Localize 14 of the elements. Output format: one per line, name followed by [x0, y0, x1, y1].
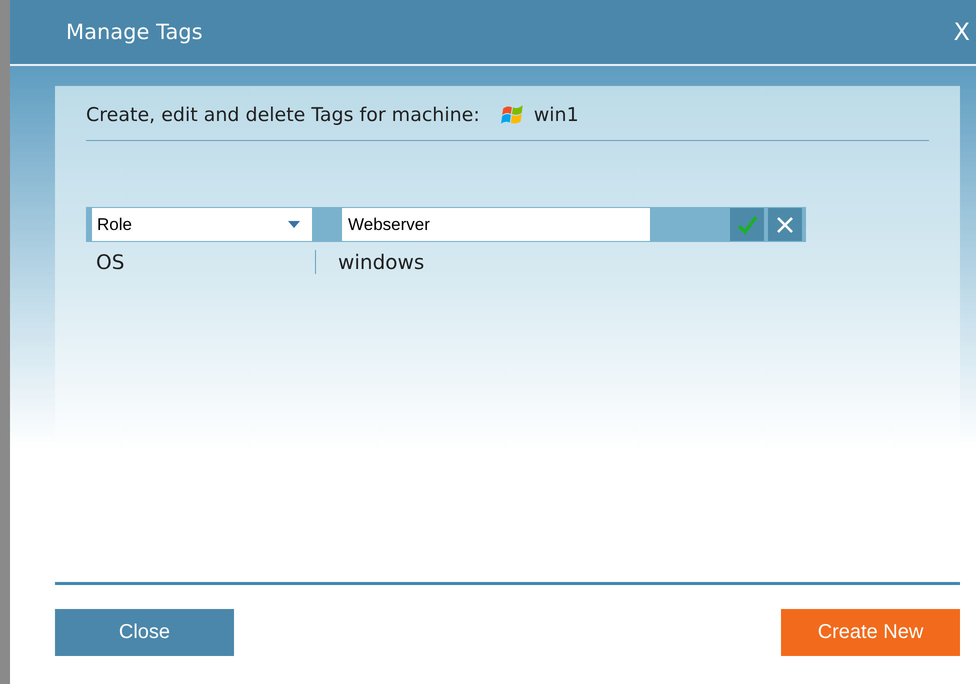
create-new-button[interactable]: Create New — [781, 609, 960, 656]
dialog-title: Manage Tags — [66, 20, 203, 44]
key-dropdown[interactable]: Role — [92, 208, 312, 241]
tag-value: windows — [337, 250, 424, 274]
value-input-field[interactable]: Webserver — [342, 208, 650, 241]
close-dialog-button[interactable]: Close — [55, 609, 234, 656]
dropdown-caret-icon — [288, 221, 300, 228]
machine-name: win1 — [534, 104, 579, 126]
heading-text: Create, edit and delete Tags for machine: — [86, 104, 480, 126]
checkmark-icon — [736, 214, 758, 236]
dialog-x-button[interactable]: X — [948, 18, 976, 46]
tag-key: OS — [86, 250, 316, 274]
cancel-button[interactable] — [768, 208, 802, 241]
close-icon — [775, 214, 795, 234]
